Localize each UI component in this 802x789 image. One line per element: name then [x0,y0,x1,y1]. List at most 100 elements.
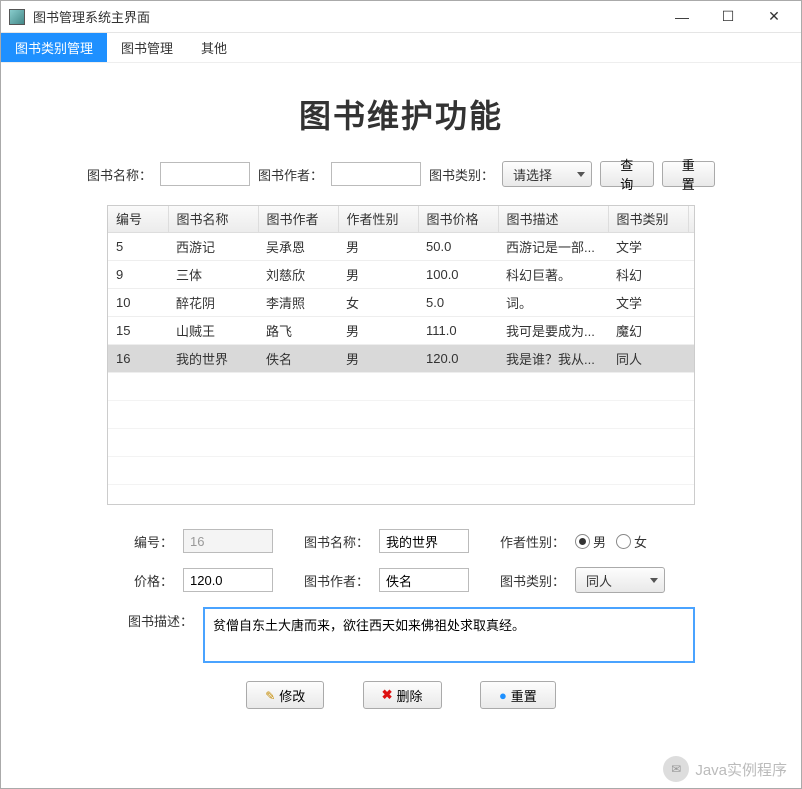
cell-name: 三体 [168,260,258,288]
cell-author: 佚名 [258,344,338,372]
col-header-2[interactable]: 图书作者 [258,206,338,232]
cell-price: 120.0 [418,344,498,372]
cell-author: 刘慈欣 [258,260,338,288]
maximize-button[interactable]: ☐ [705,2,751,32]
cell-id: 9 [108,260,168,288]
window-controls: — ☐ ✕ [659,2,797,32]
table-row[interactable]: 9三体刘慈欣男100.0科幻巨著。科幻 [108,260,695,288]
radio-icon [575,534,590,549]
form-id-label: 编号： [107,532,173,551]
cell-author: 吴承恩 [258,232,338,260]
query-button[interactable]: 查询 [600,161,653,187]
cell-id: 16 [108,344,168,372]
empty-row [108,400,695,428]
menu-item-2[interactable]: 其他 [187,33,241,62]
col-header-4[interactable]: 图书价格 [418,206,498,232]
watermark: ✉ Java实例程序 [663,756,787,782]
empty-row [108,484,695,505]
cell-category: 魔幻 [608,316,688,344]
cell-desc: 科幻巨著。 [498,260,608,288]
cell-id: 10 [108,288,168,316]
cell-price: 5.0 [418,288,498,316]
chevron-down-icon [650,578,658,583]
action-row: 修改 删除 重置 [227,681,575,709]
window-title: 图书管理系统主界面 [33,7,659,26]
wechat-icon: ✉ [663,756,689,782]
search-row: 图书名称： 图书作者： 图书类别： 请选择 查询 重置 [87,161,715,187]
cell-category: 文学 [608,232,688,260]
form-price-label: 价格： [107,571,173,590]
form-category-label: 图书类别： [499,571,565,590]
reset-icon [499,688,507,703]
cell-gender: 男 [338,344,418,372]
close-button[interactable]: ✕ [751,2,797,32]
cell-category: 同人 [608,344,688,372]
cell-desc: 我是谁？我从... [498,344,608,372]
search-name-label: 图书名称： [87,165,152,184]
menubar: 图书类别管理图书管理其他 [1,33,801,63]
form-desc-label: 图书描述： [107,607,193,630]
gender-male-radio[interactable]: 男 [575,532,606,551]
cell-gender: 男 [338,232,418,260]
form-price-input[interactable] [183,568,273,592]
table-row[interactable]: 5西游记吴承恩男50.0西游记是一部...文学 [108,232,695,260]
reset-form-button[interactable]: 重置 [480,681,556,709]
search-author-label: 图书作者： [258,165,323,184]
cell-name: 醉花阴 [168,288,258,316]
cell-price: 111.0 [418,316,498,344]
cell-id: 5 [108,232,168,260]
app-icon [9,9,25,25]
cell-category: 科幻 [608,260,688,288]
empty-row [108,372,695,400]
empty-row [108,428,695,456]
cell-id: 15 [108,316,168,344]
cell-desc: 我可是要成为... [498,316,608,344]
gender-female-radio[interactable]: 女 [616,532,647,551]
cell-name: 西游记 [168,232,258,260]
form-name-input[interactable] [379,529,469,553]
cell-price: 100.0 [418,260,498,288]
table-row[interactable]: 15山贼王路飞男111.0我可是要成为...魔幻 [108,316,695,344]
cell-author: 李清照 [258,288,338,316]
search-category-combo[interactable]: 请选择 [502,161,592,187]
titlebar: 图书管理系统主界面 — ☐ ✕ [1,1,801,33]
cell-price: 50.0 [418,232,498,260]
search-category-value: 请选择 [513,165,552,184]
table-row[interactable]: 10醉花阴李清照女5.0词。文学 [108,288,695,316]
form-id-input [183,529,273,553]
col-header-3[interactable]: 作者性别 [338,206,418,232]
table-container: 编号图书名称图书作者作者性别图书价格图书描述图书类别+ 5西游记吴承恩男50.0… [107,205,695,505]
cell-category: 文学 [608,288,688,316]
app-window: 图书管理系统主界面 — ☐ ✕ 图书类别管理图书管理其他 图书维护功能 图书名称… [0,0,802,789]
cell-name: 山贼王 [168,316,258,344]
add-column-button[interactable]: + [688,206,695,232]
col-header-0[interactable]: 编号 [108,206,168,232]
minimize-button[interactable]: — [659,2,705,32]
search-category-label: 图书类别： [429,165,494,184]
form-category-combo[interactable]: 同人 [575,567,665,593]
menu-item-0[interactable]: 图书类别管理 [1,33,107,62]
form-gender-label: 作者性别： [499,532,565,551]
page-title: 图书维护功能 [17,91,785,137]
cell-desc: 词。 [498,288,608,316]
book-table: 编号图书名称图书作者作者性别图书价格图书描述图书类别+ 5西游记吴承恩男50.0… [108,206,695,505]
edit-form: 编号： 图书名称： 作者性别： 男 女 [107,529,695,709]
empty-row [108,456,695,484]
delete-icon [382,687,393,703]
menu-item-1[interactable]: 图书管理 [107,33,187,62]
chevron-down-icon [577,172,585,177]
delete-button[interactable]: 删除 [363,681,442,709]
search-author-input[interactable] [331,162,421,186]
form-desc-textarea[interactable] [203,607,695,663]
reset-search-button[interactable]: 重置 [662,161,715,187]
form-author-input[interactable] [379,568,469,592]
cell-gender: 女 [338,288,418,316]
modify-button[interactable]: 修改 [246,681,324,709]
col-header-1[interactable]: 图书名称 [168,206,258,232]
search-name-input[interactable] [160,162,250,186]
table-row[interactable]: 16我的世界佚名男120.0我是谁？我从...同人 [108,344,695,372]
radio-icon [616,534,631,549]
form-author-label: 图书作者： [303,571,369,590]
col-header-6[interactable]: 图书类别 [608,206,688,232]
col-header-5[interactable]: 图书描述 [498,206,608,232]
